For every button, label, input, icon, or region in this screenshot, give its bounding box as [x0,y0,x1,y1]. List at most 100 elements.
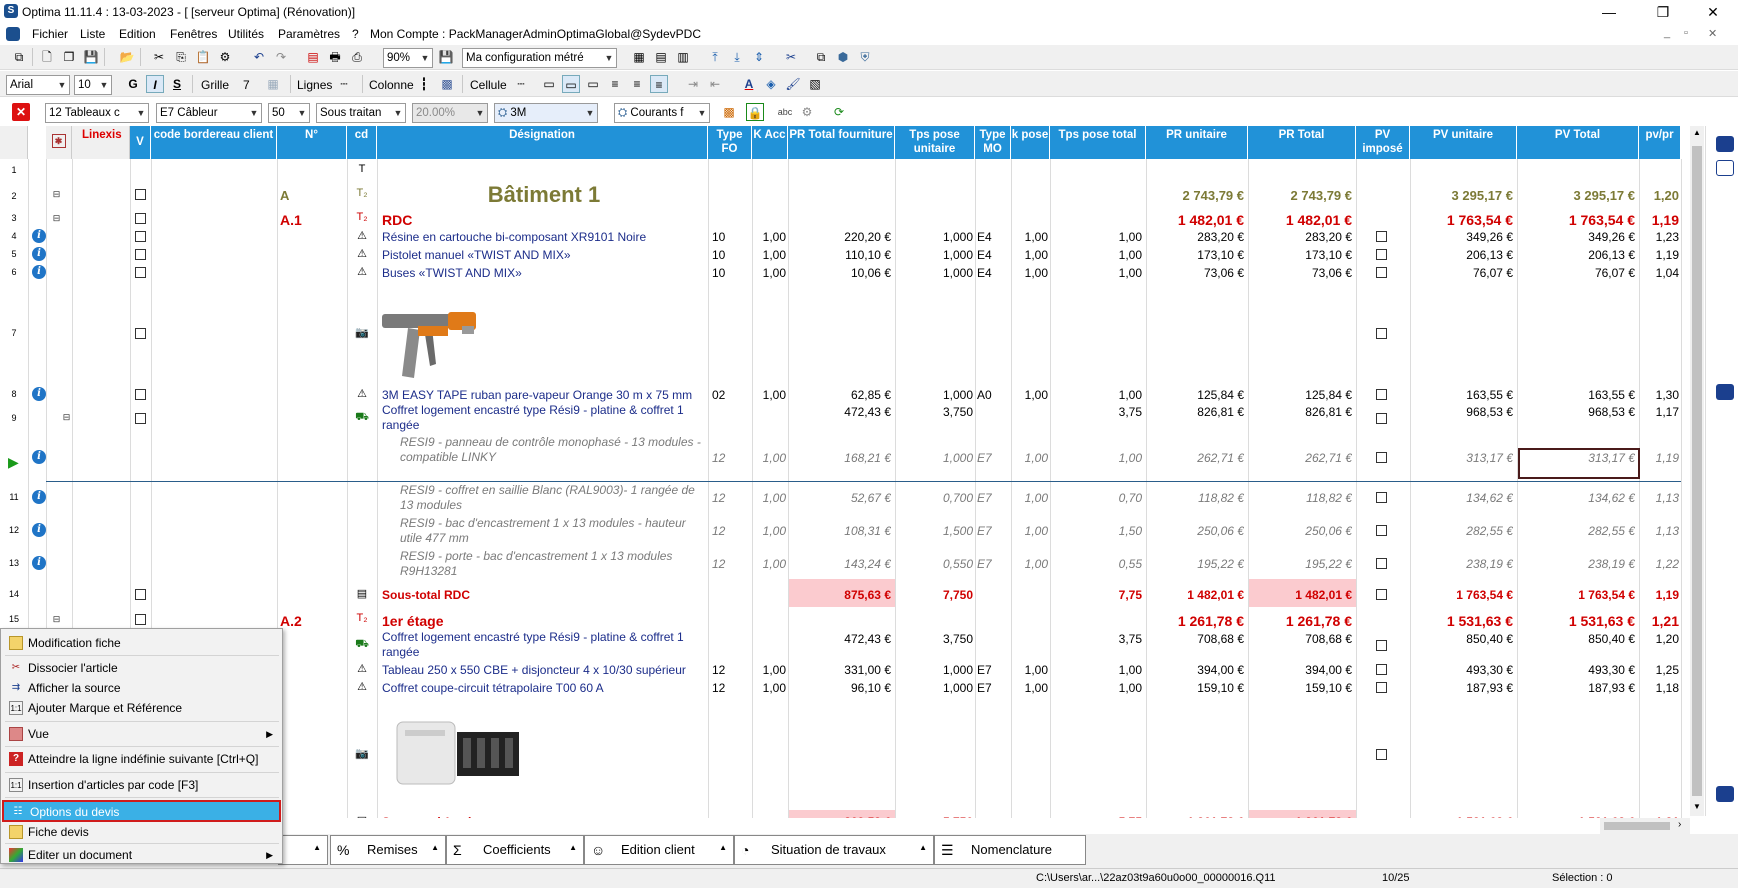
print-preview-icon[interactable]: ⎙ [348,48,366,66]
cell-pv-total[interactable]: 1 763,54 € [1517,588,1635,602]
table-row[interactable]: 1T [0,161,1700,179]
cell-prf[interactable]: 10,06 € [790,266,891,280]
cell-pvpr[interactable]: 1,18 [1639,681,1679,695]
grid-lines-icon[interactable]: ▦ [264,75,282,93]
cell-mo[interactable]: A0 [977,388,1009,402]
header-code[interactable]: code bordereau client [151,126,277,159]
cell-fo[interactable]: 12 [712,681,750,695]
palette-icon[interactable]: ▩ [720,103,738,121]
pv-impose-checkbox[interactable] [1376,640,1387,651]
cell-pr-unit[interactable]: 283,20 € [1146,230,1244,244]
cell-k[interactable]: 1,00 [752,491,786,505]
cell-des[interactable]: Sous-total RDC [382,588,706,602]
cell-kp[interactable]: 1,00 [1011,266,1048,280]
soustraitant-select[interactable]: Sous traitan ▼ [316,103,406,123]
cell-pr-unit[interactable]: 262,71 € [1146,451,1244,465]
tableaux-select[interactable]: 12 Tableaux c ▼ [45,103,149,123]
qty-select[interactable]: 50 ▼ [268,103,310,123]
open-folder-icon[interactable]: 📂 [118,48,136,66]
border-middle-icon[interactable]: ▭ [562,75,580,93]
validate-checkbox[interactable] [135,328,146,339]
info-icon[interactable]: i [32,523,46,537]
cell-kp[interactable]: 1,00 [1011,388,1048,402]
header-pr-unitaire[interactable]: PR unitaire [1146,126,1248,159]
cell-des[interactable]: Coffret coupe-circuit tétrapolaire T00 6… [382,681,706,695]
cell-fo[interactable]: 10 [712,266,750,280]
lock-icon[interactable]: 🔒 [746,103,764,121]
cell-kp[interactable]: 1,00 [1011,491,1048,505]
copy-icon[interactable]: ⎘ [172,48,190,66]
cell-pv-total[interactable]: 3 295,17 € [1517,188,1635,203]
collapse-icon[interactable]: ⊟ [52,214,61,223]
cell-pv-unit[interactable]: 850,40 € [1410,632,1513,646]
cell-fo[interactable]: 12 [712,524,750,538]
grid-view-icon[interactable]: ▥ [674,48,692,66]
header-pv-unitaire[interactable]: PV unitaire [1410,126,1517,159]
outdent-icon[interactable]: ⇤ [706,75,724,93]
menu-item-vue[interactable]: Vue ▶ [2,724,281,744]
move-updown-icon[interactable]: ⇕ [750,48,768,66]
cell-tpt[interactable]: 1,00 [1050,681,1142,695]
cell-pvpr[interactable]: 1,25 [1639,663,1679,677]
cell-mo[interactable]: E7 [977,557,1009,571]
cell-pv-unit[interactable]: 134,62 € [1410,491,1513,505]
cell-prf[interactable]: 62,85 € [790,388,891,402]
scroll-right-icon[interactable]: › [1678,819,1681,830]
table-row[interactable]: 11 i RESI9 - coffret en saillie Blanc (RAL… [0,481,1700,514]
cube-icon[interactable]: ⬢ [834,48,852,66]
cell-pr-total[interactable]: 262,71 € [1248,451,1352,465]
menu-item-atteindre-ligne[interactable]: ? Atteindre la ligne indéfinie suivante [… [2,749,281,769]
cell-tpu[interactable]: 0,550 [897,557,973,571]
close-doc-icon[interactable]: ✕ [12,103,30,121]
windows-icon[interactable]: ⧉ [10,48,28,66]
cell-pr-total[interactable]: 73,06 € [1248,266,1352,280]
cell-pvpr[interactable]: 1,22 [1639,557,1679,571]
pv-impose-checkbox[interactable] [1376,231,1387,242]
cell-n[interactable]: A.1 [280,212,346,228]
info-icon[interactable]: i [32,229,46,243]
cell-des[interactable]: Coffret logement encastré type Rési9 - p… [382,630,706,660]
shield-icon[interactable]: ⛨ [856,48,874,66]
panel-toggle-icon[interactable] [1716,136,1734,152]
cableur-select[interactable]: E7 Câbleur ▼ [156,103,262,123]
cell-pr-total[interactable]: 283,20 € [1248,230,1352,244]
header-tps-pose-unitaire[interactable]: Tps pose unitaire [895,126,975,159]
cell-tpu[interactable]: 1,000 [897,451,973,465]
horizontal-scrollbar[interactable]: › [1600,818,1690,834]
header-k-pose[interactable]: k pose [1011,126,1050,159]
font-size-select[interactable]: 10 ▼ [74,75,112,95]
scroll-up-icon[interactable]: ▲ [1693,128,1701,137]
table-row[interactable]: 12 i RESI9 - bac d'encastrement 1 x 13 mod… [0,514,1700,547]
cell-tpu[interactable]: 1,000 [897,388,973,402]
table-view-icon[interactable]: ▦ [630,48,648,66]
table-row[interactable]: 13 i RESI9 - porte - bac d'encastrement 1 … [0,547,1700,580]
cell-pvpr[interactable]: 1,04 [1639,266,1679,280]
header-pvpr[interactable]: pv/pr [1639,126,1681,159]
cell-pr-total[interactable]: 1 261,78 € [1248,815,1352,818]
cell-pv-unit[interactable]: 313,17 € [1410,451,1513,465]
config-select[interactable]: Ma configuration métré ▼ [462,48,617,68]
cell-pv-total[interactable]: 313,17 € [1517,451,1635,465]
cell-des[interactable]: 1er étage [382,613,706,629]
cell-tpu[interactable]: 1,000 [897,681,973,695]
cell-des[interactable]: RDC [382,212,706,228]
cell-pr-unit[interactable]: 1 482,01 € [1146,212,1244,228]
cell-pr-unit[interactable]: 159,10 € [1146,681,1244,695]
cell-pv-unit[interactable]: 206,13 € [1410,248,1513,262]
cell-pr-total[interactable]: 394,00 € [1248,663,1352,677]
table-row[interactable]: 14 ▤ Sous-total RDC 875,63 € 7,750 7,75 1 482,… [0,580,1700,608]
cell-prf[interactable]: 472,43 € [790,632,891,646]
cell-pr-total[interactable]: 125,84 € [1248,388,1352,402]
grille-value[interactable]: 7 [243,78,250,92]
new-doc-icon[interactable]: 🗋 [38,48,56,66]
cell-pr-total[interactable]: 1 482,01 € [1248,212,1352,228]
cell-pr-total[interactable]: 118,82 € [1248,491,1352,505]
cell-pr-unit[interactable]: 173,10 € [1146,248,1244,262]
cell-fo[interactable]: 02 [712,388,750,402]
cell-pv-unit[interactable]: 1 531,63 € [1410,613,1513,629]
border-bottom-icon[interactable]: ▭ [584,75,602,93]
table-row[interactable]: 8 i ⚠ 3M EASY TAPE ruban pare-vapeur Orange… [0,385,1700,403]
cell-pvpr[interactable]: 1,20 [1639,632,1679,646]
cell-pvpr[interactable]: 1,21 [1639,613,1679,629]
cell-pv-unit[interactable]: 349,26 € [1410,230,1513,244]
